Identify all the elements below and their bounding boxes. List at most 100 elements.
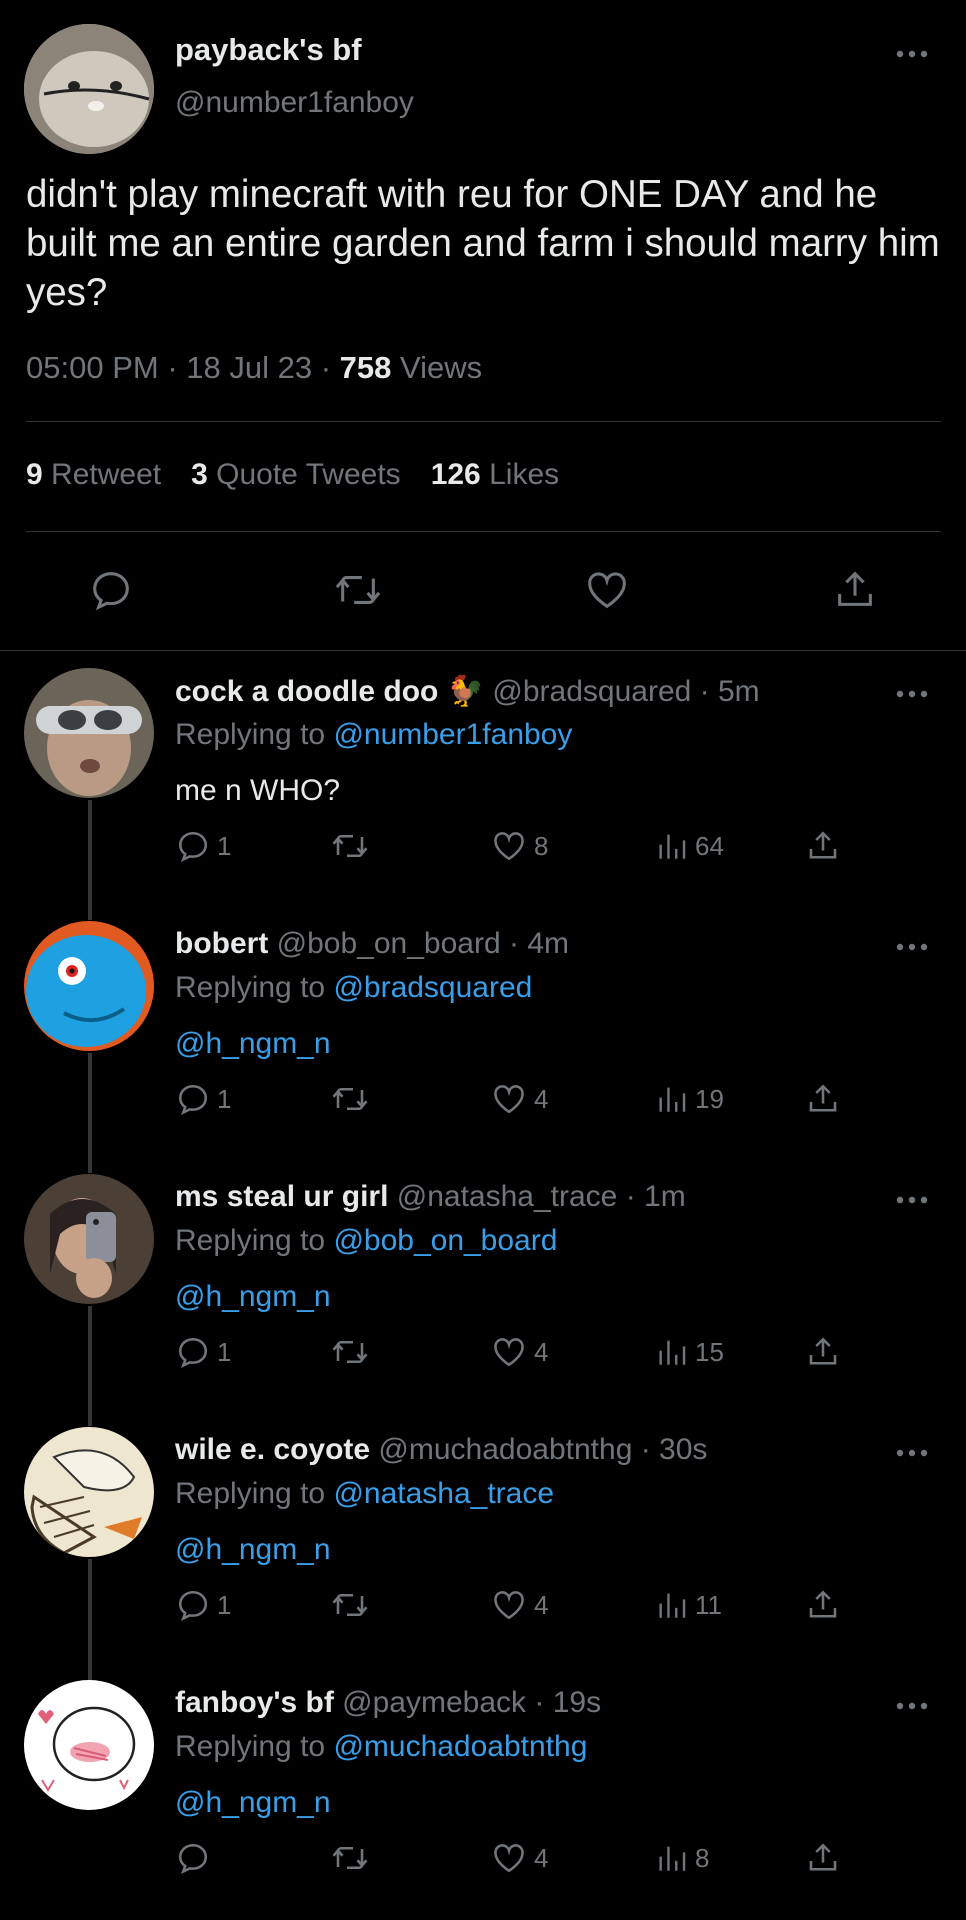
reply-action[interactable]: 1 xyxy=(175,1081,231,1117)
retweets-stat[interactable]: 9 Retweet xyxy=(26,458,161,491)
reply-handle[interactable]: @natasha_trace xyxy=(397,1180,618,1213)
reply-handle[interactable]: @paymeback xyxy=(342,1686,526,1719)
reply-actions: 1 4 11 xyxy=(175,1587,875,1631)
share-icon xyxy=(805,1081,841,1117)
views-action[interactable]: 8 xyxy=(655,1840,709,1876)
more-icon[interactable] xyxy=(896,1700,928,1712)
reply-action[interactable] xyxy=(175,1840,211,1876)
reply-handle[interactable]: @bob_on_board xyxy=(277,927,501,960)
reply-count: 1 xyxy=(217,1336,232,1367)
reply-handle[interactable]: @muchadoabtnthg xyxy=(378,1433,632,1466)
main-tweet-text: didn't play minecraft with reu for ONE D… xyxy=(26,173,940,314)
main-tweet-avatar[interactable] xyxy=(24,24,154,154)
reply-avatar[interactable] xyxy=(24,668,154,798)
retweet-action[interactable] xyxy=(330,1840,370,1876)
views-count: 758 xyxy=(339,350,392,385)
reply-icon xyxy=(175,1587,211,1623)
reply-display-name[interactable]: wile e. coyote xyxy=(175,1433,370,1466)
views-icon xyxy=(655,1587,689,1623)
views-action[interactable]: 15 xyxy=(655,1334,724,1370)
reply-display-name[interactable]: cock a doodle doo 🐓 xyxy=(175,675,484,708)
more-icon[interactable] xyxy=(896,1194,928,1206)
reply-mention[interactable]: @h_ngm_n xyxy=(175,1533,331,1567)
likes-stat[interactable]: 126 Likes xyxy=(431,458,559,491)
share-action[interactable] xyxy=(805,1840,841,1876)
like-action[interactable]: 4 xyxy=(490,1840,548,1876)
share-action[interactable] xyxy=(805,1334,841,1370)
retweets-label: Retweet xyxy=(51,458,162,491)
like-action[interactable]: 8 xyxy=(490,828,548,864)
like-action[interactable]: 4 xyxy=(490,1334,548,1370)
replying-to-handle[interactable]: @muchadoabtnthg xyxy=(333,1730,587,1763)
views-action[interactable]: 19 xyxy=(655,1081,724,1117)
like-icon xyxy=(490,1334,528,1370)
more-icon[interactable] xyxy=(896,48,928,60)
quotes-count: 3 xyxy=(191,458,208,491)
reply-tweet[interactable]: cock a doodle doo 🐓 @bradsquared · 5m Re… xyxy=(0,652,966,904)
more-icon[interactable] xyxy=(896,688,928,700)
views-count: 15 xyxy=(695,1336,724,1367)
main-tweet-display-name[interactable]: payback's bf xyxy=(175,32,362,68)
like-action[interactable]: 4 xyxy=(490,1587,548,1623)
views-action[interactable]: 64 xyxy=(655,828,724,864)
replying-to-label: Replying to xyxy=(175,1477,326,1510)
replying-to-handle[interactable]: @natasha_trace xyxy=(333,1477,554,1510)
like-icon[interactable] xyxy=(583,567,631,613)
quotes-stat[interactable]: 3 Quote Tweets xyxy=(191,458,401,491)
reply-mention[interactable]: @h_ngm_n xyxy=(175,1280,331,1314)
reply-icon[interactable] xyxy=(88,567,134,613)
views-icon xyxy=(655,1840,689,1876)
retweet-icon[interactable] xyxy=(333,567,383,613)
reply-tweet[interactable]: ms steal ur girl @natasha_trace · 1m Rep… xyxy=(0,1158,966,1410)
retweet-action[interactable] xyxy=(330,1587,370,1623)
retweet-action[interactable] xyxy=(330,1334,370,1370)
reply-display-name[interactable]: ms steal ur girl xyxy=(175,1180,388,1213)
like-icon xyxy=(490,1081,528,1117)
reply-action[interactable]: 1 xyxy=(175,1334,231,1370)
reply-icon xyxy=(175,1840,211,1876)
reply-icon xyxy=(175,1334,211,1370)
views-count: 8 xyxy=(695,1842,710,1873)
reply-mention[interactable]: @h_ngm_n xyxy=(175,1027,331,1061)
replying-to-handle[interactable]: @number1fanboy xyxy=(333,718,572,751)
retweet-action[interactable] xyxy=(330,1081,370,1117)
more-icon[interactable] xyxy=(896,941,928,953)
views-action[interactable]: 11 xyxy=(655,1587,722,1623)
reply-tweet[interactable]: bobert @bob_on_board · 4m Replying to @b… xyxy=(0,905,966,1157)
share-icon[interactable] xyxy=(832,567,878,613)
reply-avatar[interactable] xyxy=(24,1174,154,1304)
reply-avatar[interactable] xyxy=(24,1680,154,1810)
like-icon xyxy=(490,1587,528,1623)
main-tweet-handle[interactable]: @number1fanboy xyxy=(175,86,414,120)
reply-count: 1 xyxy=(217,1589,232,1620)
like-action[interactable]: 4 xyxy=(490,1081,548,1117)
replying-to-label: Replying to xyxy=(175,718,326,751)
retweets-count: 9 xyxy=(26,458,43,491)
retweet-icon xyxy=(330,1840,370,1876)
like-icon xyxy=(490,828,528,864)
reply-tweet[interactable]: fanboy's bf @paymeback · 19s Replying to… xyxy=(0,1664,966,1916)
divider xyxy=(26,421,941,422)
tweet-meta: 05:00 PM · 18 Jul 23 · 758 Views xyxy=(26,350,483,385)
reply-display-name[interactable]: fanboy's bf xyxy=(175,1686,334,1719)
main-tweet: payback's bf @number1fanboy didn't play … xyxy=(0,0,966,650)
replying-to-handle[interactable]: @bradsquared xyxy=(333,971,532,1004)
reply-icon xyxy=(175,1081,211,1117)
more-icon[interactable] xyxy=(896,1447,928,1459)
reply-action[interactable]: 1 xyxy=(175,1587,231,1623)
reply-action[interactable]: 1 xyxy=(175,828,231,864)
share-icon xyxy=(805,1334,841,1370)
reply-mention[interactable]: @h_ngm_n xyxy=(175,1786,331,1820)
reply-handle[interactable]: @bradsquared xyxy=(492,675,691,708)
like-count: 4 xyxy=(534,1842,549,1873)
reply-display-name[interactable]: bobert xyxy=(175,927,268,960)
share-icon xyxy=(805,1840,841,1876)
reply-tweet[interactable]: wile e. coyote @muchadoabtnthg · 30s Rep… xyxy=(0,1411,966,1663)
replying-to-handle[interactable]: @bob_on_board xyxy=(333,1224,557,1257)
reply-avatar[interactable] xyxy=(24,921,154,1051)
share-action[interactable] xyxy=(805,1587,841,1623)
retweet-action[interactable] xyxy=(330,828,370,864)
share-action[interactable] xyxy=(805,828,841,864)
share-action[interactable] xyxy=(805,1081,841,1117)
reply-avatar[interactable] xyxy=(24,1427,154,1557)
